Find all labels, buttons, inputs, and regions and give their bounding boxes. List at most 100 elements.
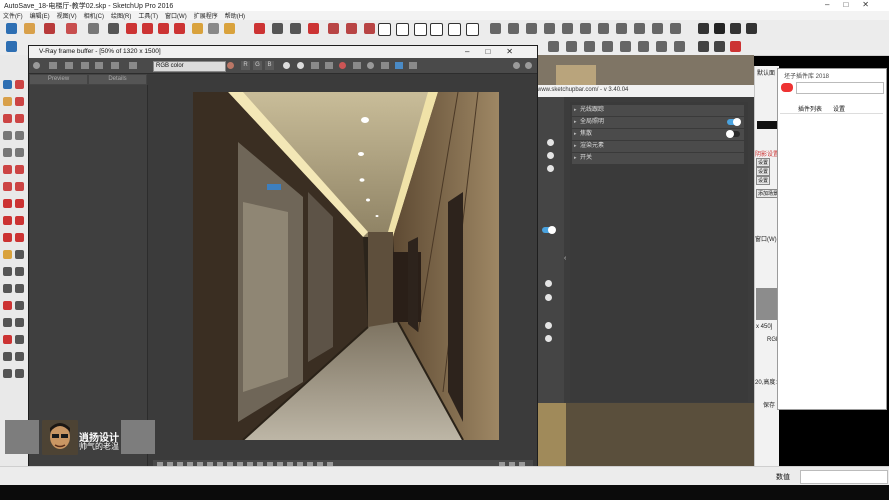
select-icon[interactable] bbox=[6, 41, 17, 52]
move-tool-icon[interactable] bbox=[3, 199, 12, 208]
rotated-rect-icon[interactable] bbox=[15, 131, 24, 140]
pushpull-tool-icon[interactable] bbox=[126, 23, 137, 34]
settings-button-b[interactable]: 设置 bbox=[756, 167, 771, 176]
arc-tool-icon[interactable] bbox=[3, 165, 12, 174]
offset-tool-icon[interactable] bbox=[15, 233, 24, 242]
vray-interactive-icon[interactable] bbox=[396, 23, 409, 36]
pushpull-tool-icon[interactable] bbox=[15, 199, 24, 208]
layer-a-icon[interactable] bbox=[698, 41, 709, 52]
pick-icon[interactable] bbox=[353, 62, 361, 69]
zoom-tool-icon[interactable] bbox=[3, 318, 12, 327]
dot-toggle-2[interactable] bbox=[547, 152, 554, 159]
select-tool-icon[interactable] bbox=[6, 23, 17, 34]
dot-toggle-6[interactable] bbox=[545, 322, 552, 329]
dot-toggle-3[interactable] bbox=[547, 165, 554, 172]
channel-r-button[interactable]: R bbox=[241, 61, 250, 70]
plugin-search-input[interactable] bbox=[796, 82, 884, 94]
orbit-tool-icon[interactable] bbox=[254, 23, 265, 34]
plugin-b-icon[interactable] bbox=[746, 23, 757, 34]
warehouse-icon[interactable] bbox=[328, 23, 339, 34]
view-right-icon[interactable] bbox=[544, 23, 555, 34]
move-tool-icon[interactable] bbox=[142, 23, 153, 34]
circle-tool-icon[interactable] bbox=[3, 148, 12, 157]
tape-measure-icon[interactable] bbox=[192, 23, 203, 34]
tab-plugin-settings[interactable]: 设置 bbox=[833, 104, 845, 113]
lasso-tool-icon[interactable] bbox=[15, 80, 24, 89]
sandbox-icon[interactable] bbox=[602, 41, 613, 52]
section-tool-icon[interactable] bbox=[15, 369, 24, 378]
arc2-tool-icon[interactable] bbox=[15, 165, 24, 174]
position-camera-icon[interactable] bbox=[3, 352, 12, 361]
collapse-arrow-icon[interactable]: ‹ bbox=[564, 255, 566, 262]
row-switches[interactable]: ▸ 开关 bbox=[572, 152, 744, 164]
view-left-icon[interactable] bbox=[580, 23, 591, 34]
zoom-window-icon[interactable] bbox=[15, 318, 24, 327]
view-front-icon[interactable] bbox=[526, 23, 537, 34]
row-raytrace[interactable]: ▸ 光线跟踪 bbox=[572, 104, 744, 116]
followme-tool-icon[interactable] bbox=[15, 216, 24, 225]
rotate-tool-icon[interactable] bbox=[3, 216, 12, 225]
vfb-history-panel[interactable] bbox=[29, 85, 148, 469]
gi-toggle[interactable] bbox=[727, 118, 741, 126]
channel-select[interactable]: RGB color bbox=[153, 61, 226, 72]
shaded-textures-icon[interactable] bbox=[670, 23, 681, 34]
render-icon[interactable] bbox=[33, 62, 40, 69]
checkbox-icon[interactable] bbox=[714, 23, 725, 34]
caustics-toggle[interactable] bbox=[726, 130, 740, 138]
heart-icon[interactable] bbox=[227, 62, 234, 69]
options-icon[interactable] bbox=[513, 62, 520, 69]
measurements-input[interactable] bbox=[800, 470, 888, 484]
text-tool-icon[interactable] bbox=[208, 23, 219, 34]
plugin-list-area[interactable] bbox=[780, 113, 883, 408]
view-top-icon[interactable] bbox=[508, 23, 519, 34]
section-plane-icon[interactable] bbox=[548, 41, 559, 52]
mono-icon[interactable] bbox=[297, 62, 304, 69]
row-render-elements[interactable]: ▸ 渲染元素 bbox=[572, 140, 744, 152]
sidebar-toggle[interactable] bbox=[542, 226, 556, 234]
layer-c-icon[interactable] bbox=[730, 41, 741, 52]
dot-toggle-5[interactable] bbox=[545, 294, 552, 301]
pie-tool-icon[interactable] bbox=[3, 182, 12, 191]
plugin-toggle[interactable] bbox=[781, 83, 793, 92]
eraser-tool-icon[interactable] bbox=[15, 97, 24, 106]
scale-tool-icon[interactable] bbox=[174, 23, 185, 34]
alpha-icon[interactable] bbox=[283, 62, 290, 69]
share-model-icon[interactable] bbox=[346, 23, 357, 34]
rotate-tool-icon[interactable] bbox=[158, 23, 169, 34]
pan-tool-icon[interactable] bbox=[15, 301, 24, 310]
axes-tool-icon[interactable] bbox=[3, 284, 12, 293]
pencil-tool-icon[interactable] bbox=[44, 23, 55, 34]
rectangle-tool-icon[interactable] bbox=[3, 131, 12, 140]
previous-view-icon[interactable] bbox=[15, 335, 24, 344]
dot-toggle-7[interactable] bbox=[545, 335, 552, 342]
tab-plugin-list[interactable]: 插件列表 bbox=[798, 104, 822, 113]
save-icon[interactable] bbox=[49, 62, 57, 69]
drape-icon[interactable] bbox=[638, 41, 649, 52]
load-icon[interactable] bbox=[325, 62, 333, 69]
settings-button-c[interactable]: 设置 bbox=[756, 176, 771, 185]
material-preview[interactable] bbox=[756, 288, 778, 320]
vray-vfb-icon[interactable] bbox=[414, 23, 427, 36]
tab-details[interactable]: Details bbox=[88, 74, 147, 85]
settings-button-a[interactable]: 设置 bbox=[756, 158, 771, 167]
save-channel-icon[interactable] bbox=[311, 62, 319, 69]
color-swatch[interactable] bbox=[757, 121, 777, 129]
track-icon[interactable] bbox=[395, 62, 403, 69]
freehand-tool-icon[interactable] bbox=[15, 114, 24, 123]
protractor-tool-icon[interactable] bbox=[3, 267, 12, 276]
view-iso-icon[interactable] bbox=[490, 23, 501, 34]
dot-toggle-4[interactable] bbox=[545, 280, 552, 287]
zoom-extents-icon[interactable] bbox=[308, 23, 319, 34]
row-gi[interactable]: ▸ 全局照明 bbox=[572, 116, 744, 128]
row-caustics[interactable]: ▸ 焦散 bbox=[572, 128, 744, 140]
3dtext-tool-icon[interactable] bbox=[15, 284, 24, 293]
extension-warehouse-icon[interactable] bbox=[364, 23, 375, 34]
compare-icon[interactable] bbox=[95, 62, 103, 69]
lens-icon[interactable] bbox=[129, 62, 137, 69]
section-display-icon[interactable] bbox=[566, 41, 577, 52]
tab-preview[interactable]: Preview bbox=[29, 74, 88, 85]
section-cut-icon[interactable] bbox=[584, 41, 595, 52]
pan-tool-icon[interactable] bbox=[272, 23, 283, 34]
line-tool-icon[interactable] bbox=[3, 114, 12, 123]
display-icon[interactable] bbox=[409, 62, 417, 69]
